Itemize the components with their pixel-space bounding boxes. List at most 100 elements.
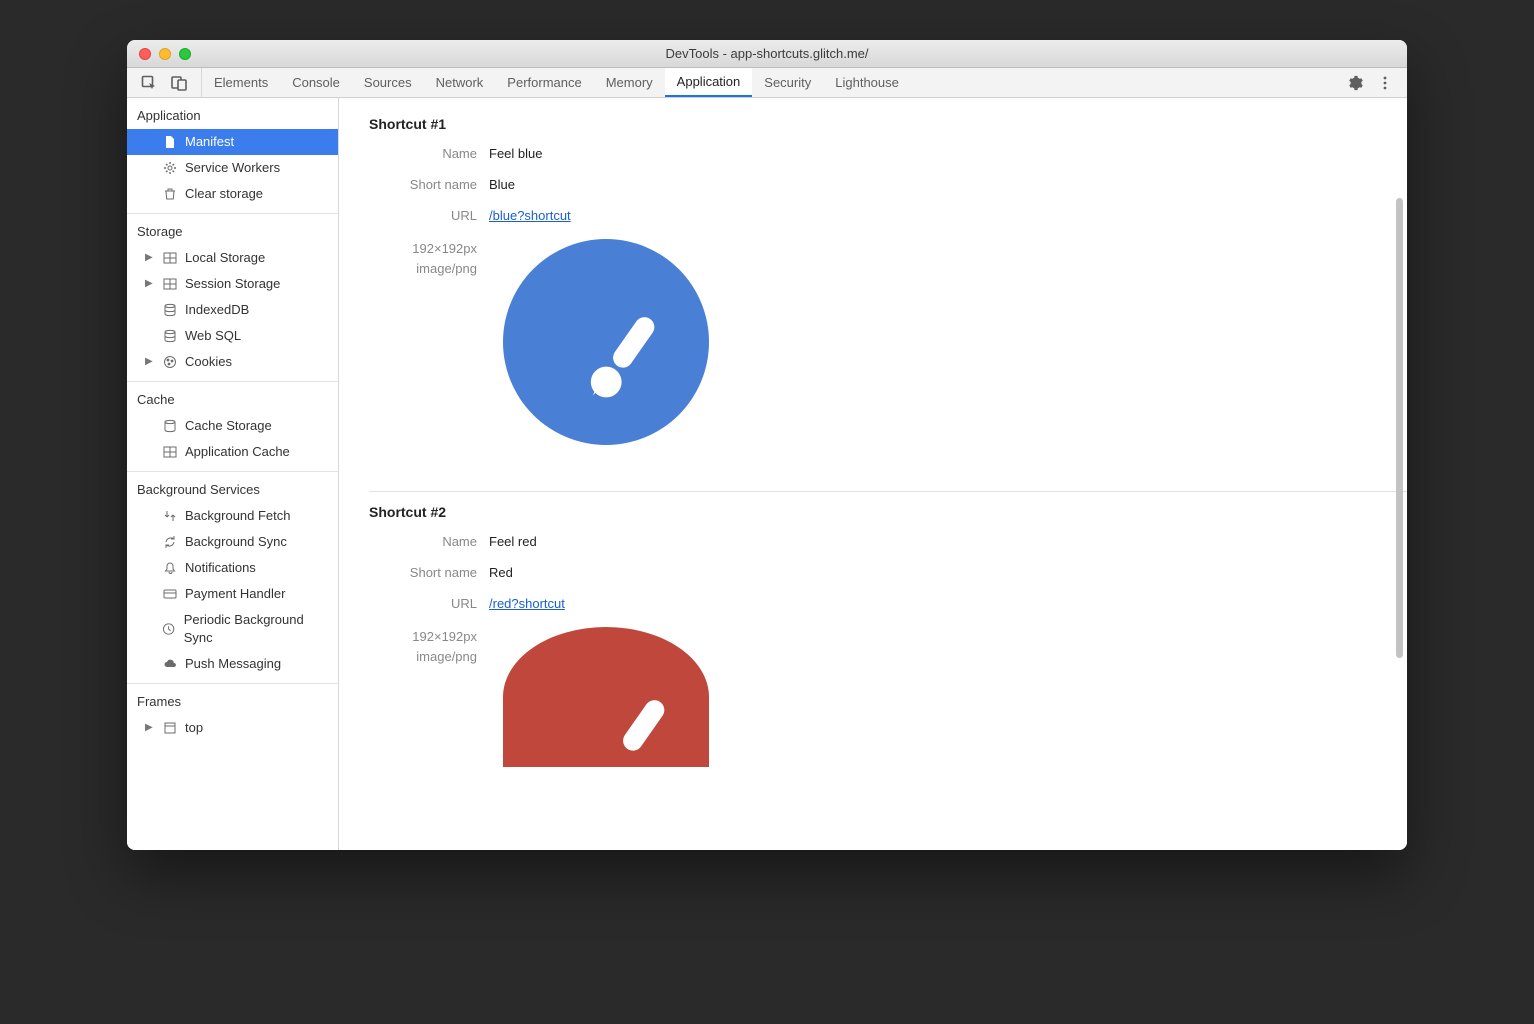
field-label: URL xyxy=(369,596,489,611)
sidebar-item-payment-handler[interactable]: ▶ Payment Handler xyxy=(127,581,338,607)
devtools-toolbar: Elements Console Sources Network Perform… xyxy=(127,68,1407,98)
tab-sources[interactable]: Sources xyxy=(352,68,424,97)
sidebar-item-background-sync[interactable]: ▶ Background Sync xyxy=(127,529,338,555)
shortcut-icon xyxy=(503,239,709,445)
shortcut-url-link[interactable]: /blue?shortcut xyxy=(489,208,571,223)
field-label: Short name xyxy=(369,177,489,192)
card-icon xyxy=(163,587,177,601)
more-icon[interactable] xyxy=(1377,75,1393,91)
sidebar-item-clear-storage[interactable]: ▶ Clear storage xyxy=(127,181,338,207)
field-label: Short name xyxy=(369,565,489,580)
shortcut-heading: Shortcut #1 xyxy=(369,116,1407,132)
cookie-icon xyxy=(163,355,177,369)
shortcut-heading: Shortcut #2 xyxy=(369,504,1407,520)
sidebar-item-application-cache[interactable]: ▶ Application Cache xyxy=(127,439,338,465)
field-label: Name xyxy=(369,534,489,549)
manifest-content: Shortcut #1 Name Feel blue Short name Bl… xyxy=(339,98,1407,850)
sidebar-item-label: Payment Handler xyxy=(185,585,285,603)
database-icon xyxy=(163,329,177,343)
field-label: Name xyxy=(369,146,489,161)
shortcut-name: Feel blue xyxy=(489,146,542,161)
sidebar-item-label: Local Storage xyxy=(185,249,265,267)
devtools-window: DevTools - app-shortcuts.glitch.me/ Elem… xyxy=(127,40,1407,850)
sidebar-item-cookies[interactable]: ▶ Cookies xyxy=(127,349,338,375)
sidebar-item-label: Application Cache xyxy=(185,443,290,461)
tab-security[interactable]: Security xyxy=(752,68,823,97)
sidebar-item-local-storage[interactable]: ▶ Local Storage xyxy=(127,245,338,271)
window-title: DevTools - app-shortcuts.glitch.me/ xyxy=(127,46,1407,61)
tab-console[interactable]: Console xyxy=(280,68,352,97)
trash-icon xyxy=(163,187,177,201)
tab-application[interactable]: Application xyxy=(665,68,753,97)
sidebar-item-indexeddb[interactable]: ▶ IndexedDB xyxy=(127,297,338,323)
sidebar-item-label: Push Messaging xyxy=(185,655,281,673)
sidebar-item-periodic-background-sync[interactable]: ▶ Periodic Background Sync xyxy=(127,607,338,651)
tab-elements[interactable]: Elements xyxy=(202,68,280,97)
sidebar-item-label: Web SQL xyxy=(185,327,241,345)
file-icon xyxy=(163,135,177,149)
tab-lighthouse[interactable]: Lighthouse xyxy=(823,68,911,97)
sidebar-item-service-workers[interactable]: ▶ Service Workers xyxy=(127,155,338,181)
application-sidebar: Application ▶ Manifest ▶ Service Workers… xyxy=(127,98,339,850)
field-label: URL xyxy=(369,208,489,223)
sidebar-item-session-storage[interactable]: ▶ Session Storage xyxy=(127,271,338,297)
sidebar-item-label: Cache Storage xyxy=(185,417,272,435)
sidebar-item-web-sql[interactable]: ▶ Web SQL xyxy=(127,323,338,349)
shortcut-url-link[interactable]: /red?shortcut xyxy=(489,596,565,611)
brush-icon xyxy=(581,688,691,798)
table-icon xyxy=(163,251,177,265)
shortcut-icon xyxy=(503,627,709,767)
sidebar-group-application: Application xyxy=(127,98,338,129)
gear-icon xyxy=(163,161,177,175)
icon-dimensions: 192×192px xyxy=(369,239,477,259)
database-icon xyxy=(163,303,177,317)
inspect-icon[interactable] xyxy=(141,75,157,91)
sidebar-item-label: top xyxy=(185,719,203,737)
titlebar: DevTools - app-shortcuts.glitch.me/ xyxy=(127,40,1407,68)
cloud-icon xyxy=(163,657,177,671)
sidebar-group-cache: Cache xyxy=(127,382,338,413)
sidebar-item-background-fetch[interactable]: ▶ Background Fetch xyxy=(127,503,338,529)
sidebar-item-label: Manifest xyxy=(185,133,234,151)
shortcut-short-name: Blue xyxy=(489,177,515,192)
sidebar-item-label: Cookies xyxy=(185,353,232,371)
sidebar-item-label: Background Fetch xyxy=(185,507,291,525)
icon-dimensions: 192×192px xyxy=(369,627,477,647)
sidebar-group-frames: Frames xyxy=(127,684,338,715)
clock-icon xyxy=(162,622,175,636)
database-icon xyxy=(163,419,177,433)
fetch-icon xyxy=(163,509,177,523)
sidebar-item-push-messaging[interactable]: ▶ Push Messaging xyxy=(127,651,338,677)
scrollbar[interactable] xyxy=(1396,198,1403,658)
sidebar-item-top-frame[interactable]: ▶ top xyxy=(127,715,338,741)
sidebar-item-label: Service Workers xyxy=(185,159,280,177)
frame-icon xyxy=(163,721,177,735)
table-icon xyxy=(163,277,177,291)
sync-icon xyxy=(163,535,177,549)
sidebar-item-notifications[interactable]: ▶ Notifications xyxy=(127,555,338,581)
sidebar-item-manifest[interactable]: ▶ Manifest xyxy=(127,129,338,155)
sidebar-item-label: Session Storage xyxy=(185,275,280,293)
bell-icon xyxy=(163,561,177,575)
brush-icon xyxy=(571,305,681,415)
sidebar-item-label: IndexedDB xyxy=(185,301,249,319)
shortcut-section: Shortcut #1 Name Feel blue Short name Bl… xyxy=(369,108,1407,492)
sidebar-item-label: Background Sync xyxy=(185,533,287,551)
table-icon xyxy=(163,445,177,459)
sidebar-item-label: Clear storage xyxy=(185,185,263,203)
sidebar-item-label: Periodic Background Sync xyxy=(184,611,328,647)
sidebar-group-storage: Storage xyxy=(127,214,338,245)
sidebar-item-label: Notifications xyxy=(185,559,256,577)
gear-icon[interactable] xyxy=(1347,75,1363,91)
device-toggle-icon[interactable] xyxy=(171,75,187,91)
shortcut-name: Feel red xyxy=(489,534,537,549)
tab-memory[interactable]: Memory xyxy=(594,68,665,97)
icon-mime: image/png xyxy=(369,647,477,667)
icon-mime: image/png xyxy=(369,259,477,279)
tab-performance[interactable]: Performance xyxy=(495,68,593,97)
sidebar-group-background-services: Background Services xyxy=(127,472,338,503)
shortcut-short-name: Red xyxy=(489,565,513,580)
tab-network[interactable]: Network xyxy=(424,68,496,97)
shortcut-section: Shortcut #2 Name Feel red Short name Red… xyxy=(369,496,1407,813)
sidebar-item-cache-storage[interactable]: ▶ Cache Storage xyxy=(127,413,338,439)
